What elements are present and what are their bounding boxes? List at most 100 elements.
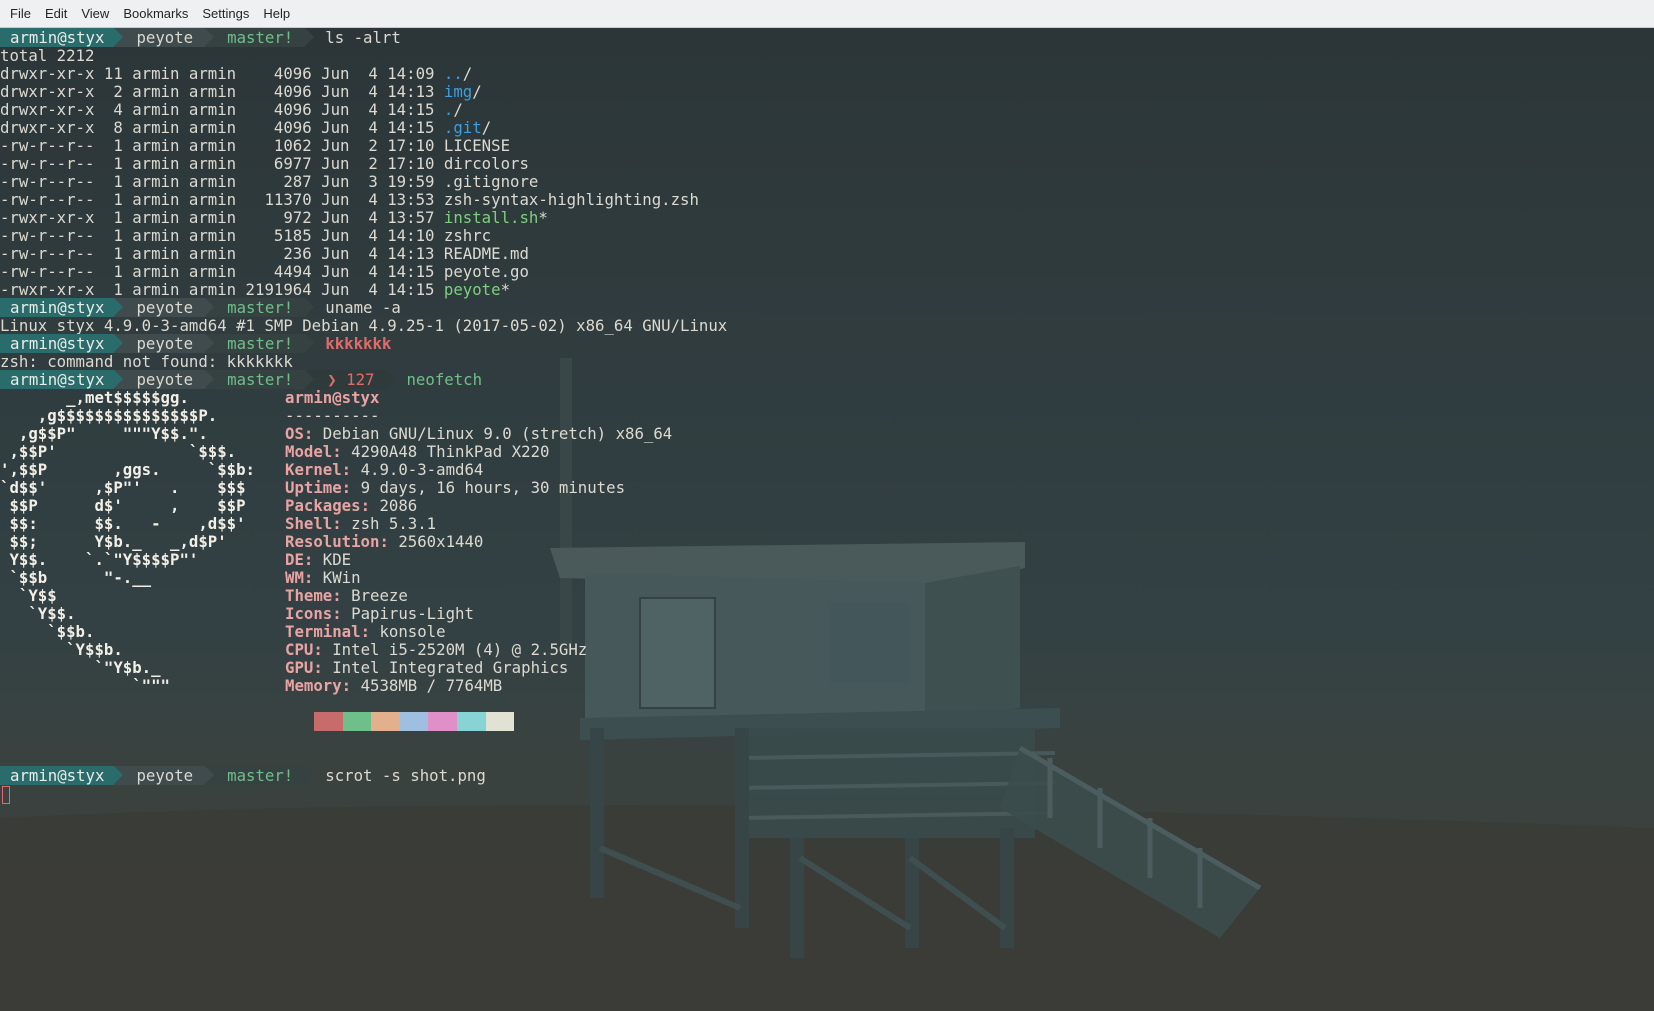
prompt-directory: peyote xyxy=(114,370,215,389)
ls-row-meta: -rw-r--r-- 1 armin armin 1062 Jun 2 17:1… xyxy=(0,136,444,155)
ls-row-meta: drwxr-xr-x 2 armin armin 4096 Jun 4 14:1… xyxy=(0,82,444,101)
ls-row: -rw-r--r-- 1 armin armin 287 Jun 3 19:59… xyxy=(0,172,538,191)
neofetch-value: 9 days, 16 hours, 30 minutes xyxy=(360,478,626,497)
neofetch-ascii: ,g$$$$$$$$$$$$$$$P. xyxy=(0,406,218,425)
terminal-line: Linux styx 4.9.0-3-amd64 #1 SMP Debian 4… xyxy=(0,316,727,335)
neofetch-value: Intel Integrated Graphics xyxy=(332,658,569,677)
ls-row: -rw-r--r-- 1 armin armin 11370 Jun 4 13:… xyxy=(0,190,699,209)
neofetch-ascii: _,met$$$$$gg. xyxy=(0,388,189,407)
neofetch-color-palette xyxy=(314,712,515,731)
neofetch-info-line: Resolution: 2560x1440 xyxy=(285,532,483,551)
palette-swatch xyxy=(428,712,457,731)
powerline-separator xyxy=(205,334,215,352)
neofetch-value: Papirus-Light xyxy=(351,604,474,623)
ls-row-name: README.md xyxy=(443,244,529,263)
neofetch-info-line: Model: 4290A48 ThinkPad X220 xyxy=(285,442,549,461)
powerline-separator xyxy=(205,766,215,784)
neofetch-info-line: OS: Debian GNU/Linux 9.0 (stretch) x86_6… xyxy=(285,424,672,443)
prompt-line: armin@styx peyote master! uname -a xyxy=(0,298,401,317)
neofetch-ascii-line: `"Y$b._ xyxy=(0,658,160,677)
neofetch-key: Kernel xyxy=(285,460,342,479)
ls-row-name: peyote.go xyxy=(443,262,529,281)
neofetch-key: Shell xyxy=(285,514,333,533)
neofetch-ascii: ,$$P' `$$$. xyxy=(0,442,237,461)
ls-row: drwxr-xr-x 8 armin armin 4096 Jun 4 14:1… xyxy=(0,118,491,137)
prompt-git-branch: master! xyxy=(205,28,315,47)
neofetch-value: 2560x1440 xyxy=(398,532,484,551)
powerline-separator xyxy=(205,370,215,388)
terminal-area[interactable]: armin@styx peyote master! ls -alrt total 221… xyxy=(0,28,1654,1011)
menu-settings[interactable]: Settings xyxy=(195,0,256,28)
powerline-separator xyxy=(305,766,315,784)
neofetch-colon: : xyxy=(313,658,333,677)
prompt-directory: peyote xyxy=(114,766,215,785)
prompt-command: kkkkkkk xyxy=(325,334,392,353)
ls-row: -rw-r--r-- 1 armin armin 1062 Jun 2 17:1… xyxy=(0,136,510,155)
neofetch-info-line: Icons: Papirus-Light xyxy=(285,604,474,623)
ls-row: -rwxr-xr-x 1 armin armin 972 Jun 4 13:57… xyxy=(0,208,548,227)
prompt-git-branch: master! xyxy=(205,370,315,389)
neofetch-info-line: Uptime: 9 days, 16 hours, 30 minutes xyxy=(285,478,625,497)
neofetch-info-line: Memory: 4538MB / 7764MB xyxy=(285,676,502,695)
ls-row-meta: -rwxr-xr-x 1 armin armin 2191964 Jun 4 1… xyxy=(0,280,444,299)
uname-output: Linux styx 4.9.0-3-amd64 #1 SMP Debian 4… xyxy=(0,316,728,335)
neofetch-ascii: $$; Y$b._ _,d$P' xyxy=(0,532,227,551)
neofetch-key: Resolution xyxy=(285,532,380,551)
error-output: zsh: command not found: kkkkkkk xyxy=(0,352,293,371)
prompt-command: neofetch xyxy=(406,370,483,389)
prompt-user: armin@styx xyxy=(0,766,124,785)
menu-bookmarks[interactable]: Bookmarks xyxy=(116,0,195,28)
ls-row-name: LICENSE xyxy=(443,136,511,155)
neofetch-ascii-line: $$: $$. - ,d$$' xyxy=(0,514,245,533)
ls-row-suffix: / xyxy=(462,64,473,83)
prompt-command: scrot -s shot.png xyxy=(325,766,486,785)
powerline-separator xyxy=(114,28,124,46)
neofetch-title: armin@styx xyxy=(285,388,380,407)
ls-row-meta: -rwxr-xr-x 1 armin armin 972 Jun 4 13:57 xyxy=(0,208,444,227)
palette-swatch xyxy=(485,712,515,731)
neofetch-key: GPU xyxy=(285,658,314,677)
neofetch-value: 2086 xyxy=(379,496,418,515)
prompt-git-branch: master! xyxy=(205,298,315,317)
menu-edit[interactable]: Edit xyxy=(38,0,74,28)
neofetch-ascii: `Y$$b. xyxy=(0,640,123,659)
palette-swatch xyxy=(399,712,429,731)
ls-row: drwxr-xr-x 11 armin armin 4096 Jun 4 14:… xyxy=(0,64,472,83)
ls-total: total 2212 xyxy=(0,46,95,65)
neofetch-ascii-line: ',$$P ,ggs. `$$b: xyxy=(0,460,255,479)
ls-row-meta: -rw-r--r-- 1 armin armin 4494 Jun 4 14:1… xyxy=(0,262,444,281)
text-cursor xyxy=(2,786,10,804)
neofetch-colon: : xyxy=(332,514,352,533)
neofetch-colon: : xyxy=(303,568,323,587)
menu-help[interactable]: Help xyxy=(256,0,297,28)
prompt-user: armin@styx xyxy=(0,370,124,389)
menu-file[interactable]: File xyxy=(3,0,38,28)
ls-row-name: .. xyxy=(443,64,463,83)
neofetch-ascii: Y$$. `.`"Y$$$$P"' xyxy=(0,550,199,569)
ls-row-suffix: / xyxy=(472,82,482,101)
neofetch-ascii: ,g$$P" """Y$$.". xyxy=(0,424,208,443)
neofetch-value: zsh 5.3.1 xyxy=(351,514,437,533)
ls-row-name: zsh-syntax-highlighting.zsh xyxy=(443,190,699,209)
ls-row-name: peyote xyxy=(443,280,501,299)
neofetch-info-line: Theme: Breeze xyxy=(285,586,408,605)
prompt-line: armin@styx peyote master! ❯ 127 neofetch xyxy=(0,370,482,389)
powerline-separator xyxy=(114,370,124,388)
neofetch-key: WM xyxy=(285,568,304,587)
powerline-separator xyxy=(114,298,124,316)
ls-row-name: img xyxy=(443,82,473,101)
neofetch-info-line: Kernel: 4.9.0-3-amd64 xyxy=(285,460,483,479)
menu-view[interactable]: View xyxy=(74,0,116,28)
neofetch-ascii-line: `Y$$ xyxy=(0,586,57,605)
powerline-separator xyxy=(205,298,215,316)
prompt-directory: peyote xyxy=(114,334,215,353)
menu-bar: File Edit View Bookmarks Settings Help xyxy=(0,0,1654,28)
neofetch-key: Uptime xyxy=(285,478,342,497)
prompt-user: armin@styx xyxy=(0,334,124,353)
ls-row-meta: -rw-r--r-- 1 armin armin 11370 Jun 4 13:… xyxy=(0,190,444,209)
prompt-directory: peyote xyxy=(114,28,215,47)
ls-row-meta: drwxr-xr-x 8 armin armin 4096 Jun 4 14:1… xyxy=(0,118,444,137)
prompt-line: armin@styx peyote master! kkkkkkk xyxy=(0,334,391,353)
prompt-command: ls -alrt xyxy=(325,28,401,47)
neofetch-info-line: GPU: Intel Integrated Graphics xyxy=(285,658,568,677)
